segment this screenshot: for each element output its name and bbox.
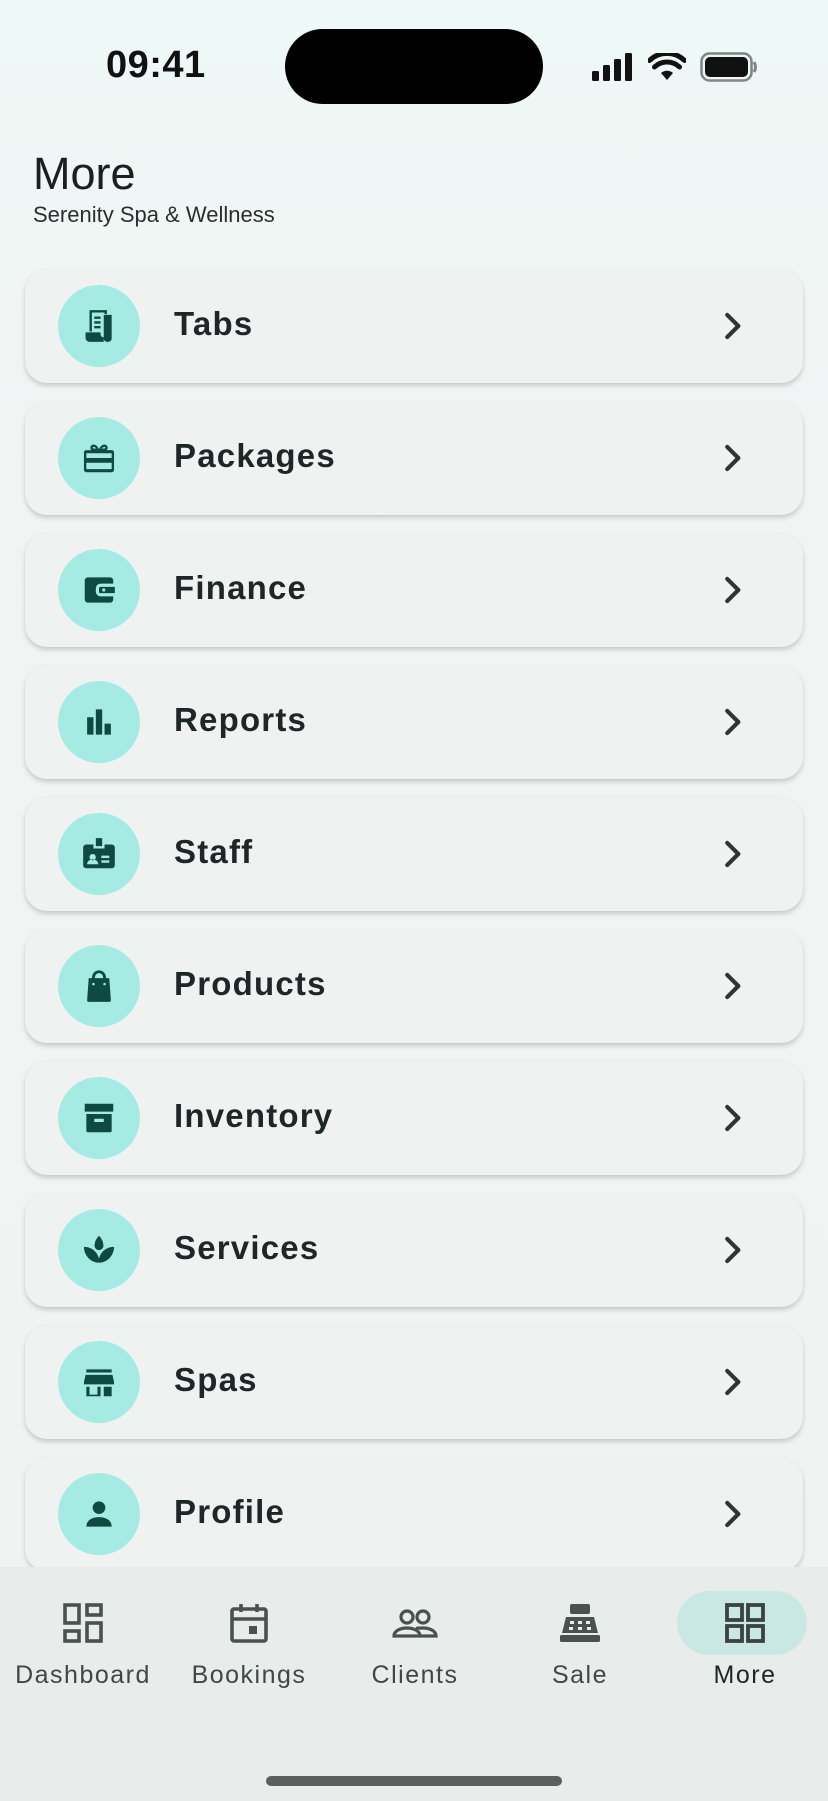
menu-item-inventory[interactable]: Inventory [25, 1061, 803, 1175]
menu-item-label: Staff [174, 833, 254, 870]
menu-icon-circle [58, 1077, 140, 1159]
home-indicator[interactable] [266, 1776, 562, 1786]
calendar-icon [230, 1604, 268, 1643]
dashboard-icon [63, 1603, 103, 1643]
nav-clients[interactable]: Clients [332, 1589, 498, 1709]
menu-icon-circle [58, 945, 140, 1027]
status-icons [592, 50, 758, 84]
menu-icon-circle [58, 813, 140, 895]
nav-label: More [713, 1661, 777, 1689]
chevron-right-icon [725, 840, 741, 868]
nav-more[interactable]: More [662, 1589, 828, 1709]
chevron-right-icon [725, 312, 741, 340]
nav-bookings[interactable]: Bookings [166, 1589, 332, 1709]
page-subtitle: Serenity Spa & Wellness [33, 202, 275, 227]
menu-item-label: Packages [174, 437, 336, 474]
person-icon [86, 1501, 112, 1527]
dynamic-island [285, 29, 543, 104]
menu-item-label: Tabs [174, 305, 254, 342]
nav-label: Sale [551, 1661, 609, 1689]
menu-item-profile[interactable]: Profile [25, 1457, 803, 1567]
menu-icon-circle [58, 1341, 140, 1423]
battery-icon [700, 52, 757, 82]
chevron-right-icon [725, 576, 741, 604]
menu-item-label: Profile [174, 1493, 286, 1530]
menu-icon-circle [58, 549, 140, 631]
nav-sale[interactable]: Sale [497, 1589, 663, 1709]
menu-item-services[interactable]: Services [25, 1193, 803, 1307]
nav-dashboard[interactable]: Dashboard [0, 1589, 166, 1709]
cellular-signal-icon [592, 53, 632, 81]
chevron-right-icon [725, 1500, 741, 1528]
chevron-right-icon [725, 1236, 741, 1264]
menu-icon-circle [58, 417, 140, 499]
badge-icon [83, 838, 115, 869]
gift-card-icon [83, 444, 115, 473]
archive-box-icon [84, 1103, 114, 1133]
page-title: More [33, 148, 136, 199]
cash-register-icon [560, 1604, 600, 1642]
chevron-right-icon [725, 708, 741, 736]
status-bar: 09:41 [0, 0, 828, 130]
bottom-nav: Dashboard Bookings Clients Sale More [0, 1567, 828, 1801]
chevron-right-icon [725, 444, 741, 472]
menu-item-label: Spas [174, 1361, 258, 1398]
menu-item-label: Services [174, 1229, 320, 1266]
menu-item-label: Inventory [174, 1097, 334, 1134]
menu-item-label: Products [174, 965, 327, 1002]
chevron-right-icon [725, 1104, 741, 1132]
nav-label: Bookings [191, 1661, 307, 1689]
wifi-icon [648, 53, 686, 80]
menu-item-label: Reports [174, 701, 308, 738]
menu-item-products[interactable]: Products [25, 929, 803, 1043]
grid-icon [725, 1603, 765, 1643]
spa-lotus-icon [83, 1235, 115, 1263]
people-icon [392, 1609, 438, 1638]
status-time: 09:41 [106, 44, 206, 86]
menu-icon-circle [58, 681, 140, 763]
menu-item-label: Finance [174, 569, 308, 606]
wallet-icon [84, 577, 115, 603]
menu-item-staff[interactable]: Staff [25, 797, 803, 911]
menu-icon-circle [58, 285, 140, 367]
menu-icon-circle [58, 1473, 140, 1555]
page-header: More Serenity Spa & Wellness [0, 130, 828, 242]
receipt-icon [85, 310, 112, 342]
menu-item-tabs[interactable]: Tabs [25, 269, 803, 383]
nav-label: Dashboard [15, 1661, 151, 1689]
menu-item-spas[interactable]: Spas [25, 1325, 803, 1439]
nav-label: Clients [371, 1661, 459, 1689]
storefront-icon [83, 1369, 115, 1397]
menu-icon-circle [58, 1209, 140, 1291]
chevron-right-icon [725, 972, 741, 1000]
shopping-bag-icon [87, 970, 111, 1002]
menu-item-packages[interactable]: Packages [25, 401, 803, 515]
chevron-right-icon [725, 1368, 741, 1396]
menu-item-reports[interactable]: Reports [25, 665, 803, 779]
menu-list[interactable]: Tabs Packages Finance Reports Staff Prod… [0, 242, 828, 1567]
bar-chart-icon [87, 709, 111, 735]
menu-item-finance[interactable]: Finance [25, 533, 803, 647]
